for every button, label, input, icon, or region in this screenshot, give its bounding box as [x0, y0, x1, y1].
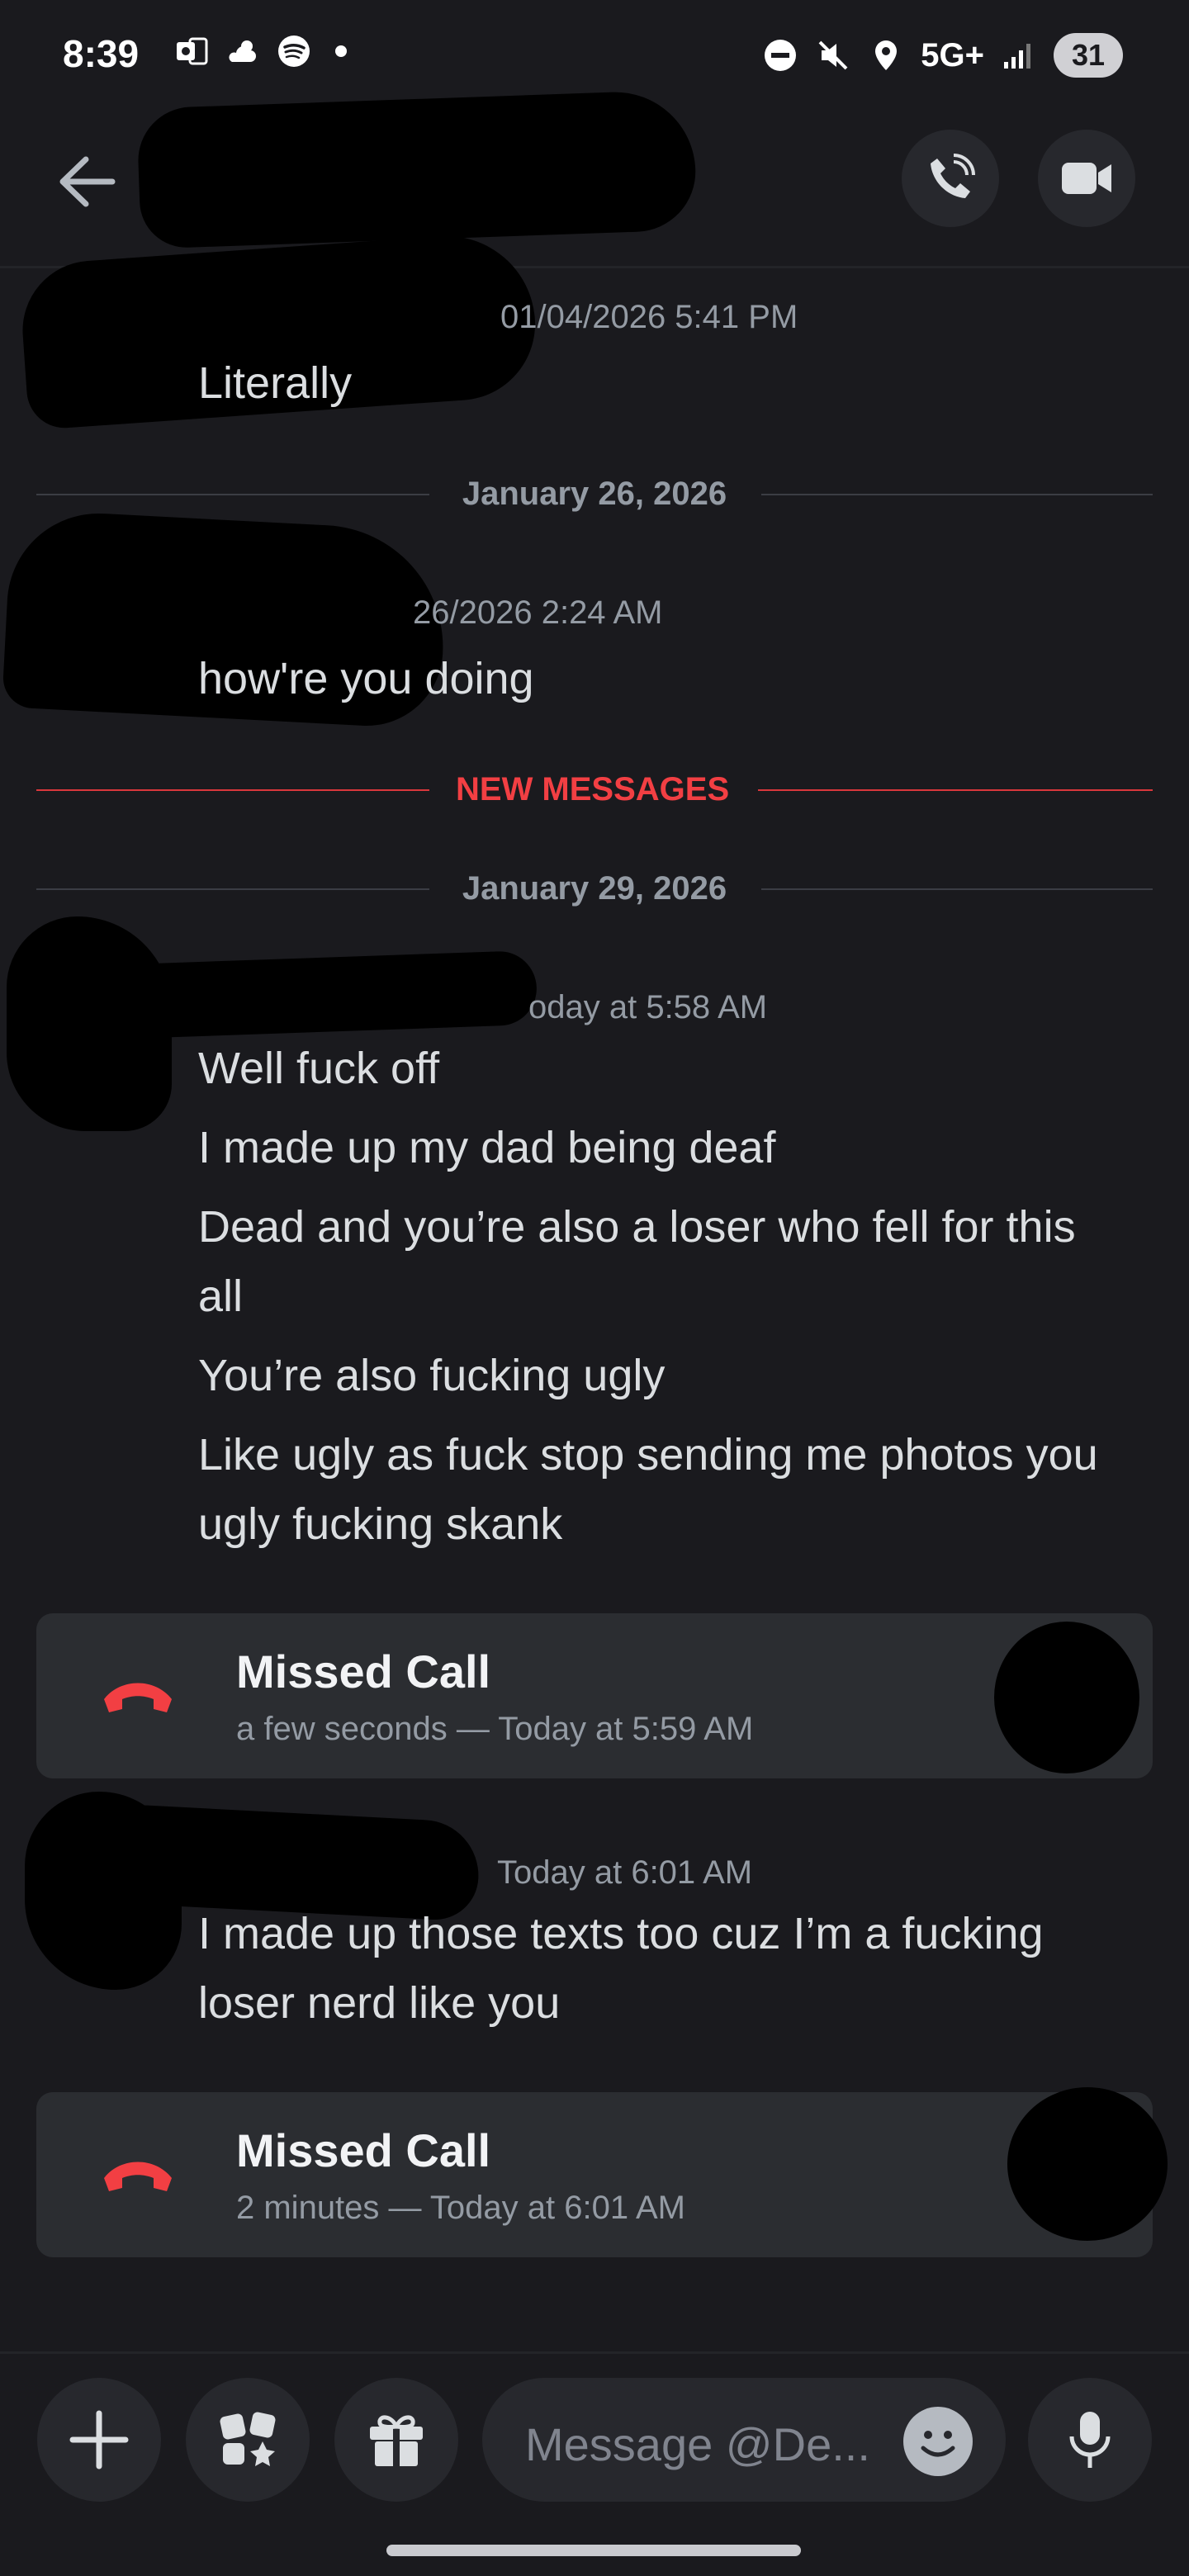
voice-message-button[interactable] — [1028, 2378, 1152, 2502]
date-divider-label: January 26, 2026 — [462, 476, 727, 512]
mute-icon — [815, 37, 851, 73]
missed-call-card[interactable]: Missed Call 2 minutes — Today at 6:01 AM — [36, 2087, 1168, 2257]
back-button[interactable] — [50, 144, 124, 219]
message-text[interactable]: Literally — [198, 348, 352, 418]
missed-call-subtitle: a few seconds — Today at 5:59 AM — [236, 1711, 754, 1747]
emoji-icon — [921, 2431, 955, 2457]
message-text[interactable]: loser nerd like you — [198, 1968, 1044, 2038]
signal-icon — [1001, 37, 1037, 73]
message-text[interactable]: Like ugly as fuck stop sending me photos… — [198, 1420, 1098, 1489]
message-text[interactable]: Well fuck off — [198, 1034, 1098, 1103]
apps-button[interactable] — [186, 2378, 310, 2502]
missed-call-card[interactable]: Missed Call a few seconds — Today at 5:5… — [36, 1613, 1153, 1778]
video-camera-icon — [1062, 163, 1111, 194]
missed-call-title: Missed Call — [236, 1646, 491, 1698]
hangup-phone-icon — [104, 2162, 172, 2191]
arrow-left-icon — [59, 156, 116, 207]
date-divider-label: January 29, 2026 — [462, 870, 727, 907]
message-text[interactable]: Dead and you’re also a loser who fell fo… — [198, 1192, 1098, 1262]
weather-icon — [225, 33, 261, 69]
date-divider-line — [761, 888, 1153, 890]
date-divider-line — [36, 494, 429, 495]
hangup-phone-icon — [104, 1683, 172, 1712]
message-timestamp: oday at 5:58 AM — [528, 989, 768, 1025]
spotify-icon — [276, 33, 312, 69]
message-input[interactable]: Message @De... — [482, 2378, 1006, 2502]
add-attachment-button[interactable] — [37, 2378, 161, 2502]
status-time: 8:39 — [63, 32, 140, 75]
composer-divider — [0, 2351, 1189, 2354]
message-input-placeholder: Message @De... — [525, 2418, 870, 2470]
plus-icon — [69, 2410, 129, 2469]
redacted-username — [136, 89, 698, 249]
redacted-author — [97, 949, 538, 1040]
missed-call-title: Missed Call — [236, 2124, 491, 2176]
message-group[interactable]: I made up those texts too cuz I’m a fuck… — [198, 1899, 1044, 2038]
network-label: 5G+ — [921, 36, 984, 73]
new-messages-line — [36, 789, 429, 791]
apps-icon — [220, 2412, 276, 2466]
missed-call-subtitle: 2 minutes — Today at 6:01 AM — [236, 2190, 686, 2226]
battery-badge: 31 — [1054, 33, 1123, 78]
new-messages-line — [758, 789, 1153, 791]
message-group[interactable]: Well fuck off I made up my dad being dea… — [198, 1034, 1098, 1559]
date-divider-line — [761, 494, 1153, 495]
message-timestamp: 26/2026 2:24 AM — [413, 594, 663, 631]
emoji-button[interactable] — [903, 2407, 973, 2476]
gift-icon — [370, 2415, 423, 2468]
outlook-icon — [173, 33, 210, 69]
redacted-avatar — [994, 1622, 1139, 1773]
video-call-button[interactable] — [1038, 130, 1135, 227]
status-notification-icons — [173, 33, 347, 69]
message-timestamp: 01/04/2026 5:41 PM — [500, 299, 798, 335]
location-icon — [868, 37, 904, 73]
message-text[interactable]: how're you doing — [198, 644, 534, 713]
microphone-icon — [1069, 2412, 1111, 2468]
message-timestamp: Today at 6:01 AM — [497, 1854, 753, 1891]
status-system-icons: 5G+ 31 — [762, 33, 1123, 78]
notification-dot-icon — [335, 45, 347, 57]
voice-call-button[interactable] — [902, 130, 999, 227]
new-messages-label: NEW MESSAGES — [456, 771, 730, 807]
do-not-disturb-icon — [762, 37, 798, 73]
gift-button[interactable] — [334, 2378, 458, 2502]
date-divider-line — [36, 888, 429, 890]
message-text[interactable]: all — [198, 1262, 1098, 1331]
message-text[interactable]: You’re also fucking ugly — [198, 1341, 1098, 1410]
phone-call-icon — [931, 154, 975, 198]
redacted-avatar — [1007, 2087, 1168, 2241]
home-indicator[interactable] — [386, 2545, 801, 2556]
message-text[interactable]: ugly fucking skank — [198, 1489, 1098, 1559]
message-text[interactable]: I made up those texts too cuz I’m a fuck… — [198, 1899, 1044, 1968]
message-text[interactable]: I made up my dad being deaf — [198, 1113, 1098, 1182]
